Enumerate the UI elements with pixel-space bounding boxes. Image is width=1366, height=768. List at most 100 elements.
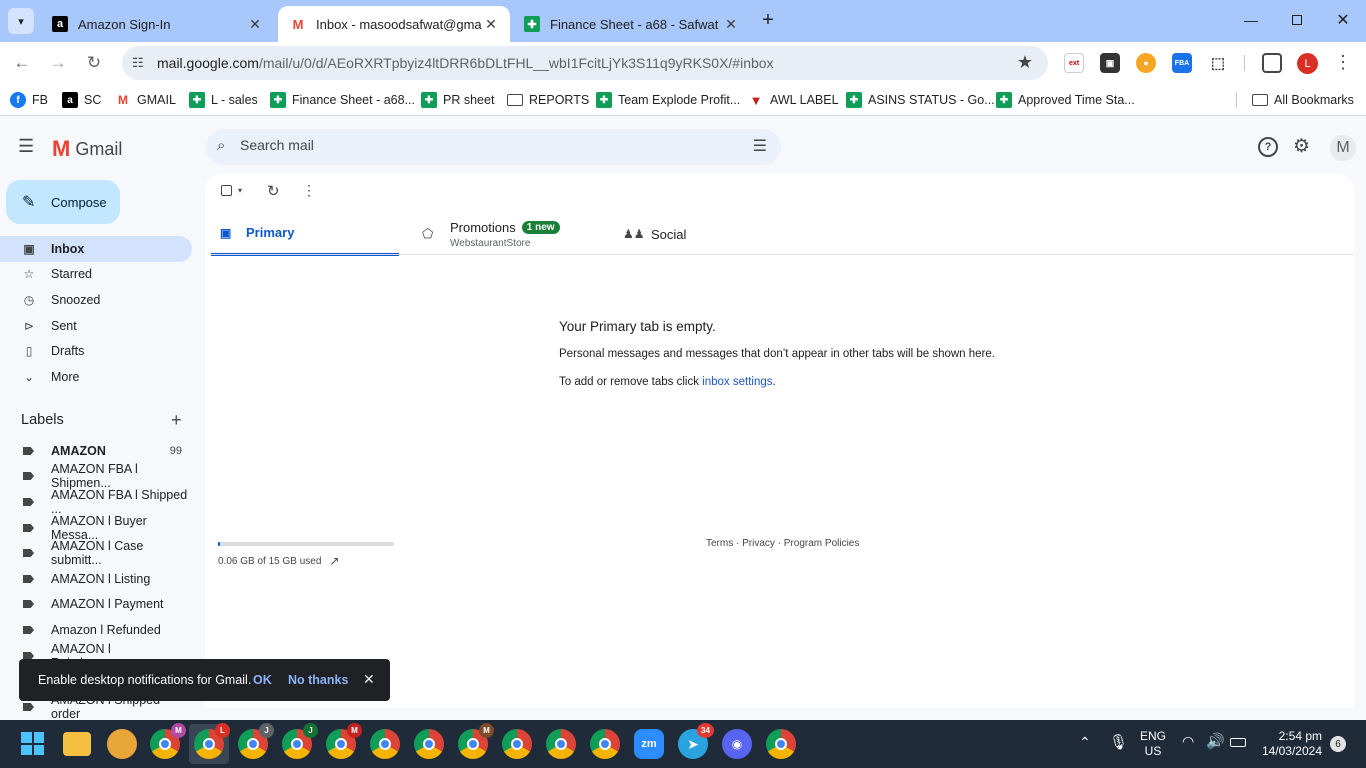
tab-promotions[interactable]: ⬠ Promotions 1 new WebstaurantStore <box>419 212 609 256</box>
menu-kebab-icon[interactable]: ⋮ <box>1334 52 1352 73</box>
reload-button[interactable]: ↻ <box>82 51 106 75</box>
extension-circle-icon[interactable]: ● <box>1136 53 1156 73</box>
tab-search-button[interactable]: ▾ <box>8 8 34 34</box>
tab-primary[interactable]: ▣ Primary <box>211 212 399 256</box>
account-avatar[interactable]: M <box>1330 135 1356 161</box>
notification-count-badge[interactable]: 6 <box>1330 736 1346 752</box>
bookmark-awl-label[interactable]: ▼ AWL LABEL <box>748 91 839 109</box>
volume-icon[interactable]: 🔊 <box>1206 732 1225 750</box>
address-bar[interactable]: ☷ mail.google.com/mail/u/0/d/AEoRXRTpbyi… <box>122 46 1048 80</box>
more-vert-icon[interactable]: ⋮ <box>302 182 316 199</box>
close-icon[interactable]: ✕ <box>363 671 375 688</box>
site-info-icon[interactable]: ☷ <box>132 55 144 71</box>
snackbar-ok-button[interactable]: OK <box>253 673 272 687</box>
nav-inbox[interactable]: ▣ Inbox <box>0 236 192 262</box>
bookmark-approved-time[interactable]: ✚ Approved Time Sta... <box>996 91 1135 109</box>
app-icon[interactable] <box>107 729 137 759</box>
fba-extension-icon[interactable]: FBA <box>1172 53 1192 73</box>
side-panel-icon[interactable] <box>1262 53 1282 73</box>
chrome-icon[interactable] <box>370 729 400 759</box>
restore-button[interactable] <box>1274 0 1320 40</box>
close-icon[interactable]: ✕ <box>482 16 500 33</box>
discord-icon[interactable]: ◉ <box>722 729 752 759</box>
clock[interactable]: 2:54 pm 14/03/2024 <box>1258 729 1322 759</box>
gmail-logo[interactable]: M Gmail <box>52 136 122 162</box>
system-tray-overflow[interactable]: ⌃ <box>1079 734 1091 751</box>
nav-sent[interactable]: ⊳ Sent <box>0 313 192 339</box>
snackbar-no-thanks-button[interactable]: No thanks <box>288 673 348 687</box>
bookmark-gmail[interactable]: M GMAIL <box>115 91 176 109</box>
tab-amazon[interactable]: a Amazon Sign-In ✕ <box>40 6 274 42</box>
nav-starred[interactable]: ☆ Starred <box>0 261 192 287</box>
chrome-icon[interactable]: M <box>458 723 494 759</box>
search-options-icon[interactable]: ☰ <box>753 136 767 156</box>
bookmark-fb[interactable]: f FB <box>10 91 48 109</box>
forward-button[interactable]: → <box>46 51 70 75</box>
chrome-icon[interactable] <box>546 729 576 759</box>
language-indicator[interactable]: ENG US <box>1140 729 1166 759</box>
bookmark-finance-sheet[interactable]: ✚ Finance Sheet - a68... <box>270 91 415 109</box>
profile-avatar[interactable]: L <box>1297 53 1318 74</box>
refresh-icon[interactable]: ↻ <box>267 182 280 200</box>
chrome-icon[interactable] <box>414 729 444 759</box>
tab-gmail-inbox[interactable]: M Inbox - masoodsafwat@gmail.c ✕ <box>278 6 510 42</box>
bookmark-l-sales[interactable]: ✚ L - sales <box>189 91 258 109</box>
file-explorer-icon[interactable] <box>63 732 91 756</box>
close-icon[interactable]: ✕ <box>722 16 740 33</box>
footer-links[interactable]: Terms · Privacy · Program Policies <box>706 538 859 549</box>
bookmark-asins-status[interactable]: ✚ ASINS STATUS - Go... <box>846 91 995 109</box>
all-bookmarks[interactable]: All Bookmarks <box>1252 91 1354 109</box>
chrome-icon[interactable]: M <box>150 723 186 759</box>
main-menu-button[interactable]: ☰ <box>18 136 40 158</box>
label-item[interactable]: AMAZON l Case submitt... <box>0 539 192 567</box>
chrome-icon[interactable] <box>590 729 620 759</box>
tab-finance-sheet[interactable]: ✚ Finance Sheet - a68 - Safwat (Sa ✕ <box>512 6 750 42</box>
label-item[interactable]: AMAZON FBA l Shipmen... <box>0 462 192 490</box>
create-label-button[interactable]: + <box>171 410 182 431</box>
select-all-checkbox[interactable] <box>221 185 232 196</box>
extension-icon[interactable]: ext <box>1064 53 1084 73</box>
close-window-button[interactable]: ✕ <box>1320 0 1366 40</box>
bookmark-star-icon[interactable]: ★ <box>1017 52 1033 73</box>
camera-extension-icon[interactable]: ▣ <box>1100 53 1120 73</box>
label-item[interactable]: AMAZON l Payment <box>0 591 192 617</box>
compose-button[interactable]: ✎ Compose <box>6 180 120 224</box>
bookmark-sc[interactable]: a SC <box>62 91 101 109</box>
nav-snoozed[interactable]: ◷ Snoozed <box>0 287 192 313</box>
tab-social[interactable]: ♟♟ Social <box>623 212 813 256</box>
chrome-icon[interactable]: J <box>282 723 318 759</box>
label-item[interactable]: AMAZON FBA l Shipped ... <box>0 488 192 516</box>
label-item[interactable]: AMAZON 99 <box>0 438 192 464</box>
chrome-icon[interactable]: J <box>238 723 274 759</box>
chevron-down-icon[interactable]: ▾ <box>238 186 242 195</box>
label-item[interactable]: AMAZON l Listing <box>0 566 192 592</box>
inbox-settings-link[interactable]: inbox settings <box>702 376 772 388</box>
telegram-icon[interactable]: ➤ 34 <box>678 723 714 759</box>
chrome-icon[interactable]: M <box>326 723 362 759</box>
wifi-icon[interactable]: ◠ <box>1182 733 1194 750</box>
nav-more[interactable]: ⌄ More <box>0 364 192 390</box>
back-button[interactable]: ← <box>10 51 34 75</box>
close-icon[interactable]: ✕ <box>246 16 264 33</box>
puzzle-icon[interactable]: ⬚ <box>1208 53 1228 73</box>
label-item[interactable]: AMAZON l Buyer Messa... <box>0 514 192 542</box>
battery-icon[interactable] <box>1230 738 1246 747</box>
microphone-icon[interactable]: 🎙 <box>1109 733 1128 751</box>
bookmark-pr-sheet[interactable]: ✚ PR sheet <box>421 91 494 109</box>
zoom-icon[interactable]: zm <box>634 729 664 759</box>
bookmark-team-explode[interactable]: ✚ Team Explode Profit... <box>596 91 740 109</box>
nav-drafts[interactable]: ▯ Drafts <box>0 338 192 364</box>
external-link-icon[interactable]: ↗ <box>329 554 339 568</box>
bookmark-reports[interactable]: REPORTS <box>507 91 589 109</box>
search-icon[interactable]: ⌕ <box>217 137 225 154</box>
chrome-icon[interactable] <box>502 729 532 759</box>
support-button[interactable]: ? <box>1258 137 1278 157</box>
start-button[interactable] <box>21 732 44 755</box>
minimize-button[interactable]: — <box>1228 0 1274 40</box>
search-input[interactable] <box>240 137 720 153</box>
chrome-icon[interactable] <box>766 729 796 759</box>
settings-button[interactable]: ⚙ <box>1293 135 1310 158</box>
new-tab-button[interactable]: + <box>756 8 780 32</box>
label-item[interactable]: Amazon l Refunded <box>0 617 192 643</box>
chrome-icon[interactable]: L <box>194 723 230 759</box>
